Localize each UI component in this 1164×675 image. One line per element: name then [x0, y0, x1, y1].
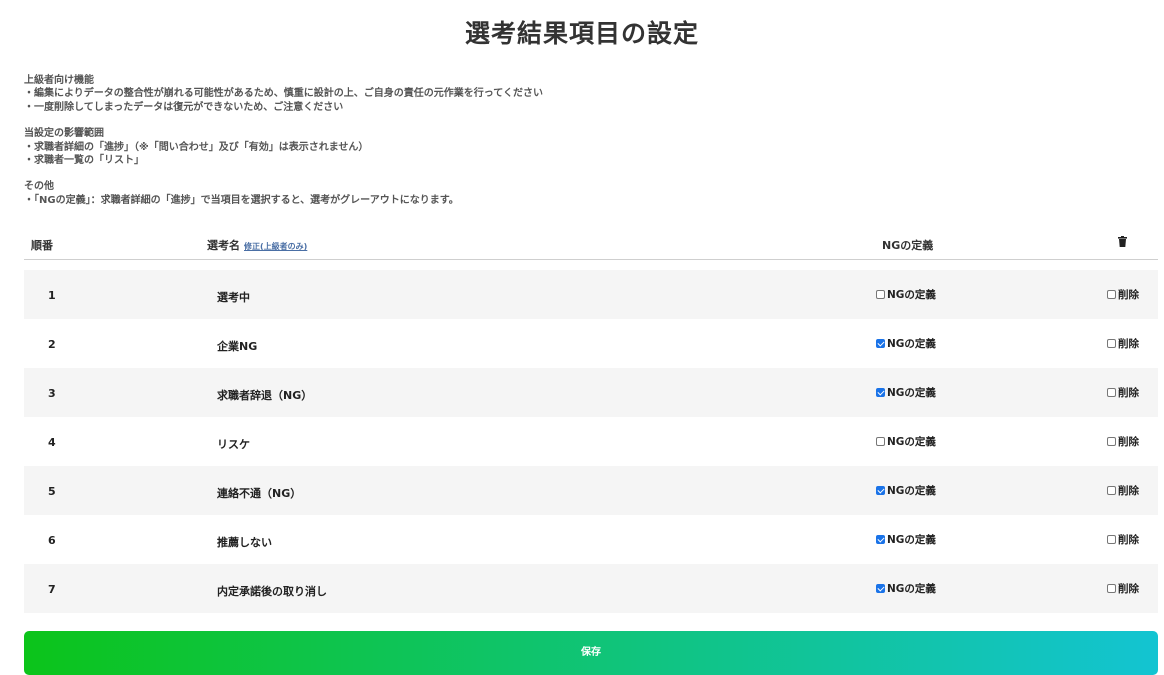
row-order: 6: [48, 534, 56, 547]
delete-checkbox-label: 削除: [1118, 289, 1139, 301]
table-row: 5 連絡不通（NG） NGの定義 削除: [24, 466, 1158, 515]
table-body: 1 選考中 NGの定義 削除 2 企業NG NGの定義 削除 3 求職者辞退（NG） NGの定義 削除…: [24, 270, 1158, 613]
notes-other-heading: その他: [24, 181, 54, 193]
ng-checkbox[interactable]: NGの定義: [876, 581, 936, 596]
header-order: 順番: [31, 239, 53, 252]
table-row: 2 企業NG NGの定義 削除: [24, 319, 1158, 368]
delete-checkbox[interactable]: 削除: [1107, 581, 1139, 596]
table-row: 1 選考中 NGの定義 削除: [24, 270, 1158, 319]
delete-checkbox[interactable]: 削除: [1107, 532, 1139, 547]
delete-checkbox-box[interactable]: [1107, 388, 1116, 397]
ng-checkbox-label: NGの定義: [887, 436, 936, 448]
header-name-label: 選考名: [207, 239, 240, 252]
page: 選考結果項目の設定 上級者向け機能 ・編集によりデータの整合性が崩れる可能性があ…: [0, 0, 1164, 675]
delete-checkbox[interactable]: 削除: [1107, 336, 1139, 351]
ng-checkbox[interactable]: NGの定義: [876, 434, 936, 449]
row-order: 4: [48, 436, 56, 449]
table-row: 3 求職者辞退（NG） NGの定義 削除: [24, 368, 1158, 417]
ng-checkbox-box[interactable]: [876, 584, 885, 593]
row-order: 1: [48, 289, 56, 302]
row-name: 企業NG: [217, 340, 258, 353]
ng-checkbox-label: NGの定義: [887, 485, 936, 497]
row-order: 3: [48, 387, 56, 400]
table-header: 順番 選考名 修正(上級者のみ) NGの定義: [24, 230, 1158, 260]
notes-scope-2: ・求職者一覧の「リスト」: [24, 155, 144, 167]
ng-checkbox-box[interactable]: [876, 290, 885, 299]
ng-checkbox-label: NGの定義: [887, 387, 936, 399]
ng-checkbox-label: NGの定義: [887, 338, 936, 350]
row-order: 5: [48, 485, 56, 498]
row-order: 2: [48, 338, 56, 351]
save-button[interactable]: 保存: [24, 631, 1158, 675]
ng-checkbox-label: NGの定義: [887, 583, 936, 595]
delete-checkbox-box[interactable]: [1107, 290, 1116, 299]
header-ng: NGの定義: [882, 239, 934, 252]
row-name: 内定承諾後の取り消し: [217, 585, 327, 598]
delete-checkbox[interactable]: 削除: [1107, 434, 1139, 449]
ng-checkbox[interactable]: NGの定義: [876, 287, 936, 302]
notes: 上級者向け機能 ・編集によりデータの整合性が崩れる可能性があるため、慎重に設計の…: [24, 74, 543, 207]
delete-checkbox-label: 削除: [1118, 485, 1139, 497]
delete-checkbox-label: 削除: [1118, 387, 1139, 399]
row-name: 連絡不通（NG）: [217, 487, 302, 500]
delete-checkbox-box[interactable]: [1107, 486, 1116, 495]
delete-checkbox-label: 削除: [1118, 436, 1139, 448]
table-row: 4 リスケ NGの定義 削除: [24, 417, 1158, 466]
delete-checkbox[interactable]: 削除: [1107, 287, 1139, 302]
row-order: 7: [48, 583, 56, 596]
ng-checkbox-label: NGの定義: [887, 534, 936, 546]
ng-checkbox[interactable]: NGの定義: [876, 385, 936, 400]
delete-checkbox-label: 削除: [1118, 583, 1139, 595]
notes-scope-heading: 当設定の影響範囲: [24, 128, 104, 140]
ng-checkbox-box[interactable]: [876, 339, 885, 348]
ng-checkbox[interactable]: NGの定義: [876, 532, 936, 547]
table-row: 6 推薦しない NGの定義 削除: [24, 515, 1158, 564]
row-name: 求職者辞退（NG）: [217, 389, 313, 402]
edit-link[interactable]: 修正(上級者のみ): [244, 242, 307, 251]
ng-checkbox[interactable]: NGの定義: [876, 336, 936, 351]
delete-checkbox-box[interactable]: [1107, 584, 1116, 593]
row-name: 推薦しない: [217, 536, 272, 549]
notes-advanced-heading: 上級者向け機能: [24, 75, 94, 86]
notes-advanced-1: ・編集によりデータの整合性が崩れる可能性があるため、慎重に設計の上、ご自身の責任…: [24, 88, 543, 100]
delete-checkbox-box[interactable]: [1107, 535, 1116, 544]
notes-scope-1: ・求職者詳細の「進捗」（※「問い合わせ」及び「有効」は表示されません）: [24, 141, 369, 153]
ng-checkbox[interactable]: NGの定義: [876, 483, 936, 498]
page-title: 選考結果項目の設定: [464, 19, 699, 48]
ng-checkbox-box[interactable]: [876, 535, 885, 544]
row-name: 選考中: [217, 291, 250, 304]
trash-icon: [1118, 236, 1127, 250]
row-name: リスケ: [217, 438, 250, 451]
table-row: 7 内定承諾後の取り消し NGの定義 削除: [24, 564, 1158, 613]
delete-checkbox[interactable]: 削除: [1107, 483, 1139, 498]
delete-checkbox-label: 削除: [1118, 534, 1139, 546]
notes-other-1: ・「NGの定義」：求職者詳細の「進捗」で当項目を選択すると、選考がグレーアウトに…: [24, 194, 459, 206]
header-name: 選考名 修正(上級者のみ): [207, 237, 307, 253]
delete-checkbox-box[interactable]: [1107, 437, 1116, 446]
delete-checkbox-label: 削除: [1118, 338, 1139, 350]
ng-checkbox-box[interactable]: [876, 486, 885, 495]
ng-checkbox-box[interactable]: [876, 437, 885, 446]
ng-checkbox-box[interactable]: [876, 388, 885, 397]
ng-checkbox-label: NGの定義: [887, 289, 936, 301]
delete-checkbox-box[interactable]: [1107, 339, 1116, 348]
delete-checkbox[interactable]: 削除: [1107, 385, 1139, 400]
notes-advanced-2: ・一度削除してしまったデータは復元ができないため、ご注意ください: [24, 101, 344, 113]
